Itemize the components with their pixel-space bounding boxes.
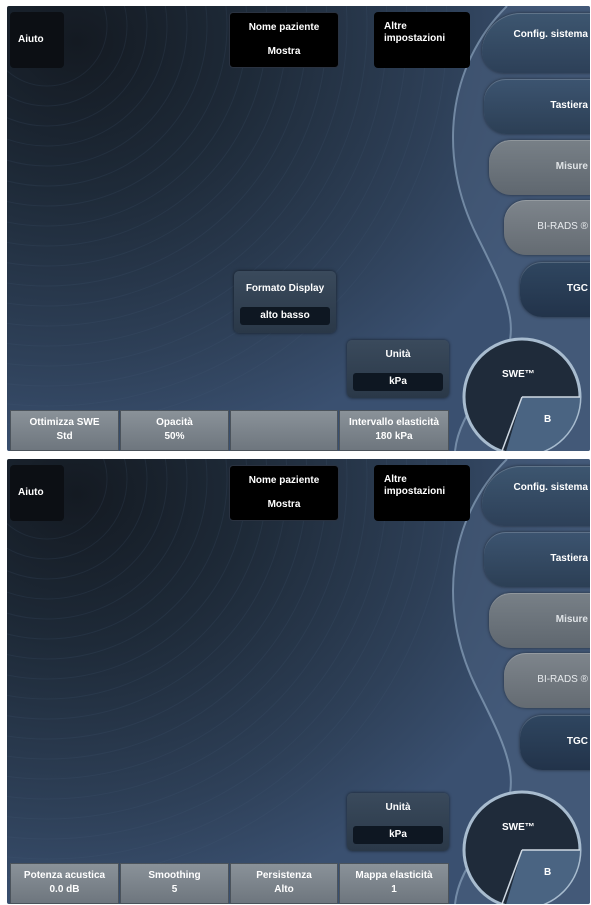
units-control[interactable]: Unità kPa bbox=[347, 340, 449, 398]
help-button[interactable]: Aiuto bbox=[10, 12, 64, 68]
control-label: Potenza acustica bbox=[23, 870, 106, 881]
units-value[interactable]: kPa bbox=[353, 373, 443, 391]
control-label: Intervallo elasticità bbox=[348, 417, 440, 428]
keyboard-button[interactable]: Tastiera bbox=[484, 532, 590, 587]
control-value: 180 kPa bbox=[375, 431, 413, 442]
control-label: Mappa elasticità bbox=[355, 870, 433, 881]
control-value: 50% bbox=[164, 431, 185, 442]
display-format-control[interactable]: Formato Display alto basso bbox=[234, 271, 336, 333]
patient-name-title: Nome paziente bbox=[248, 22, 320, 33]
more-settings-button[interactable]: Altre impostazioni bbox=[374, 12, 470, 68]
patient-name-value: Mostra bbox=[267, 499, 301, 510]
units-label: Unità bbox=[385, 802, 411, 813]
opacity-control[interactable]: Opacità 50% bbox=[120, 410, 229, 451]
display-format-value[interactable]: alto basso bbox=[240, 307, 330, 325]
tgc-button[interactable]: TGC bbox=[520, 715, 590, 770]
keyboard-button[interactable]: Tastiera bbox=[484, 79, 590, 134]
patient-name-value: Mostra bbox=[267, 46, 301, 57]
swe-mode-label: SWE™ bbox=[502, 822, 535, 833]
control-value: Alto bbox=[274, 884, 294, 895]
b-mode-label: B bbox=[544, 867, 552, 878]
system-config-button[interactable]: Config. sistema bbox=[482, 13, 590, 73]
ultrasound-screen-2: Aiuto Nome paziente Mostra Altre imposta… bbox=[7, 459, 590, 904]
empty-control[interactable] bbox=[230, 410, 338, 451]
control-label: Opacità bbox=[156, 417, 193, 428]
patient-name-title: Nome paziente bbox=[248, 475, 320, 486]
control-label: Ottimizza SWE bbox=[29, 417, 100, 428]
mode-dial[interactable]: SWE™ B bbox=[460, 784, 590, 904]
help-button[interactable]: Aiuto bbox=[10, 465, 64, 521]
control-value: 5 bbox=[171, 884, 178, 895]
elasticity-map-control[interactable]: Mappa elasticità 1 bbox=[339, 863, 449, 904]
birads-button[interactable]: BI-RADS ® bbox=[504, 200, 590, 255]
control-value: Std bbox=[56, 431, 73, 442]
persistence-control[interactable]: Persistenza Alto bbox=[230, 863, 338, 904]
measures-button[interactable]: Misure bbox=[489, 593, 590, 648]
elasticity-range-control[interactable]: Intervallo elasticità 180 kPa bbox=[339, 410, 449, 451]
mode-dial-graphic bbox=[462, 337, 582, 451]
control-value: 1 bbox=[391, 884, 397, 895]
patient-name-button[interactable]: Nome paziente Mostra bbox=[229, 12, 339, 68]
display-format-label: Formato Display bbox=[245, 283, 325, 294]
b-mode-label: B bbox=[544, 414, 552, 425]
control-value: 0.0 dB bbox=[49, 884, 80, 895]
system-config-button[interactable]: Config. sistema bbox=[482, 466, 590, 526]
patient-name-button[interactable]: Nome paziente Mostra bbox=[229, 465, 339, 521]
more-settings-button[interactable]: Altre impostazioni bbox=[374, 465, 470, 521]
smoothing-control[interactable]: Smoothing 5 bbox=[120, 863, 229, 904]
swe-mode-label: SWE™ bbox=[502, 369, 535, 380]
units-control[interactable]: Unità kPa bbox=[347, 793, 449, 851]
mode-dial-graphic bbox=[462, 790, 582, 904]
control-label: Smoothing bbox=[148, 870, 201, 881]
units-label: Unità bbox=[385, 349, 411, 360]
units-value[interactable]: kPa bbox=[353, 826, 443, 844]
optimize-swe-control[interactable]: Ottimizza SWE Std bbox=[10, 410, 119, 451]
birads-button[interactable]: BI-RADS ® bbox=[504, 653, 590, 708]
acoustic-power-control[interactable]: Potenza acustica 0.0 dB bbox=[10, 863, 119, 904]
measures-button[interactable]: Misure bbox=[489, 140, 590, 195]
mode-dial[interactable]: SWE™ B bbox=[460, 331, 590, 451]
control-label: Persistenza bbox=[256, 870, 312, 881]
ultrasound-screen-1: Aiuto Nome paziente Mostra Altre imposta… bbox=[7, 6, 590, 451]
tgc-button[interactable]: TGC bbox=[520, 262, 590, 317]
